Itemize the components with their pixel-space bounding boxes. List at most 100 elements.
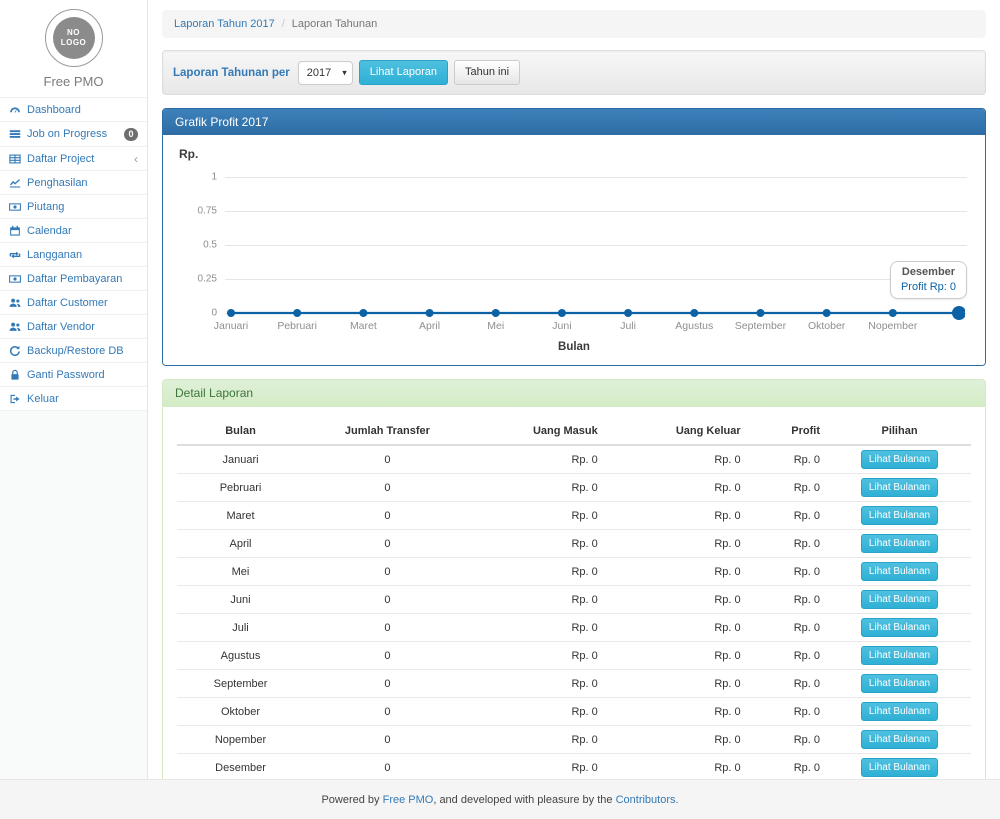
table-row-agustus: Agustus0Rp. 0Rp. 0Rp. 0Lihat Bulanan	[177, 642, 971, 670]
cell-jumlah-transfer: 0	[304, 670, 471, 698]
cell-pilihan: Lihat Bulanan	[828, 474, 971, 502]
lihat-bulanan-button[interactable]: Lihat Bulanan	[861, 702, 938, 721]
cell-profit: Rp. 0	[749, 614, 828, 642]
chart-point-september[interactable]	[756, 309, 764, 317]
retweet-icon	[9, 249, 21, 261]
sidebar-item-label: Piutang	[27, 201, 64, 213]
lihat-laporan-button[interactable]: Lihat Laporan	[359, 60, 448, 85]
sidebar-item-label: Daftar Pembayaran	[27, 273, 122, 285]
free-pmo-link[interactable]: Free PMO	[383, 794, 434, 806]
cell-bulan: September	[177, 670, 304, 698]
column-header-uang-masuk: Uang Masuk	[471, 417, 606, 445]
table-row-januari: Januari0Rp. 0Rp. 0Rp. 0Lihat Bulanan	[177, 445, 971, 474]
tooltip-month: Desember	[901, 266, 956, 278]
sidebar-item-label: Daftar Vendor	[27, 321, 95, 333]
breadcrumb-link[interactable]: Laporan Tahun 2017	[174, 18, 275, 30]
cell-uang-masuk: Rp. 0	[471, 614, 606, 642]
chart-point-maret[interactable]	[359, 309, 367, 317]
sidebar-item-daftar-project[interactable]: Daftar Project‹	[0, 147, 147, 171]
tahun-ini-button[interactable]: Tahun ini	[454, 60, 520, 85]
refresh-icon	[9, 345, 21, 357]
job-count-badge: 0	[124, 128, 138, 141]
chevron-left-icon: ‹	[134, 154, 138, 164]
sidebar-item-langganan[interactable]: Langganan	[0, 243, 147, 267]
lihat-bulanan-button[interactable]: Lihat Bulanan	[861, 534, 938, 553]
lihat-bulanan-button[interactable]: Lihat Bulanan	[861, 674, 938, 693]
sidebar-item-daftar-customer[interactable]: Daftar Customer	[0, 291, 147, 315]
report-filter-bar: Laporan Tahunan per 2017 Lihat Laporan T…	[162, 50, 986, 95]
cell-uang-keluar: Rp. 0	[606, 754, 749, 780]
sidebar-item-keluar[interactable]: Keluar	[0, 387, 147, 411]
lihat-bulanan-button[interactable]: Lihat Bulanan	[861, 646, 938, 665]
cell-bulan: Juli	[177, 614, 304, 642]
cell-uang-masuk: Rp. 0	[471, 530, 606, 558]
cell-profit: Rp. 0	[749, 670, 828, 698]
cell-bulan: Agustus	[177, 642, 304, 670]
cell-uang-keluar: Rp. 0	[606, 530, 749, 558]
chart-point-pebruari[interactable]	[293, 309, 301, 317]
y-tick-label: 0.25	[177, 274, 217, 285]
chart-point-januari[interactable]	[227, 309, 235, 317]
cell-bulan: Mei	[177, 558, 304, 586]
year-select-wrap: 2017	[298, 61, 353, 85]
sidebar-item-daftar-vendor[interactable]: Daftar Vendor	[0, 315, 147, 339]
logo-text-line1: NO	[67, 28, 80, 38]
table-row-maret: Maret0Rp. 0Rp. 0Rp. 0Lihat Bulanan	[177, 502, 971, 530]
sidebar-item-dashboard[interactable]: Dashboard	[0, 98, 147, 122]
cell-uang-keluar: Rp. 0	[606, 614, 749, 642]
lihat-bulanan-button[interactable]: Lihat Bulanan	[861, 618, 938, 637]
brand-name: Free PMO	[0, 74, 147, 89]
cell-bulan: April	[177, 530, 304, 558]
lihat-bulanan-button[interactable]: Lihat Bulanan	[861, 450, 938, 469]
cell-pilihan: Lihat Bulanan	[828, 754, 971, 780]
lihat-bulanan-button[interactable]: Lihat Bulanan	[861, 590, 938, 609]
cell-jumlah-transfer: 0	[304, 502, 471, 530]
cell-pilihan: Lihat Bulanan	[828, 586, 971, 614]
detail-panel-title: Detail Laporan	[163, 380, 985, 407]
chart-point-mei[interactable]	[492, 309, 500, 317]
lihat-bulanan-button[interactable]: Lihat Bulanan	[861, 730, 938, 749]
cell-pilihan: Lihat Bulanan	[828, 558, 971, 586]
footer-text-middle: , and developed with pleasure by the	[433, 794, 615, 806]
x-tick-label: Agustus	[675, 320, 713, 332]
chart-panel-title: Grafik Profit 2017	[163, 109, 985, 135]
cell-uang-keluar: Rp. 0	[606, 698, 749, 726]
contributors-link[interactable]: Contributors.	[616, 794, 679, 806]
chart-point-oktober[interactable]	[823, 309, 831, 317]
chart-point-desember[interactable]	[952, 306, 965, 320]
sidebar-item-ganti-password[interactable]: Ganti Password	[0, 363, 147, 387]
cell-uang-keluar: Rp. 0	[606, 445, 749, 474]
report-table: BulanJumlah TransferUang MasukUang Kelua…	[177, 417, 971, 779]
sidebar-item-backup-restore-db[interactable]: Backup/Restore DB	[0, 339, 147, 363]
column-header-bulan: Bulan	[177, 417, 304, 445]
column-header-uang-keluar: Uang Keluar	[606, 417, 749, 445]
chart-point-nopember[interactable]	[889, 309, 897, 317]
cell-profit: Rp. 0	[749, 698, 828, 726]
sidebar-item-penghasilan[interactable]: Penghasilan	[0, 171, 147, 195]
lihat-bulanan-button[interactable]: Lihat Bulanan	[861, 562, 938, 581]
sidebar-item-daftar-pembayaran[interactable]: Daftar Pembayaran	[0, 267, 147, 291]
lihat-bulanan-button[interactable]: Lihat Bulanan	[861, 758, 938, 777]
cell-bulan: Januari	[177, 445, 304, 474]
cell-uang-keluar: Rp. 0	[606, 502, 749, 530]
sidebar-item-calendar[interactable]: Calendar	[0, 219, 147, 243]
tooltip-value: Profit Rp: 0	[901, 281, 956, 293]
footer: Powered by Free PMO, and developed with …	[0, 779, 1000, 819]
chart-point-juni[interactable]	[558, 309, 566, 317]
cell-uang-keluar: Rp. 0	[606, 642, 749, 670]
lihat-bulanan-button[interactable]: Lihat Bulanan	[861, 506, 938, 525]
x-tick-label: Mei	[487, 320, 504, 332]
logo-text-line2: LOGO	[61, 38, 87, 48]
sidebar-item-piutang[interactable]: Piutang	[0, 195, 147, 219]
tasks-icon	[9, 128, 21, 140]
cell-profit: Rp. 0	[749, 726, 828, 754]
year-select[interactable]: 2017	[298, 61, 353, 85]
lihat-bulanan-button[interactable]: Lihat Bulanan	[861, 478, 938, 497]
cell-pilihan: Lihat Bulanan	[828, 502, 971, 530]
cell-profit: Rp. 0	[749, 502, 828, 530]
sidebar-item-job-on-progress[interactable]: Job on Progress0	[0, 122, 147, 147]
chart-point-april[interactable]	[426, 309, 434, 317]
chart-point-juli[interactable]	[624, 309, 632, 317]
cell-jumlah-transfer: 0	[304, 698, 471, 726]
chart-point-agustus[interactable]	[690, 309, 698, 317]
